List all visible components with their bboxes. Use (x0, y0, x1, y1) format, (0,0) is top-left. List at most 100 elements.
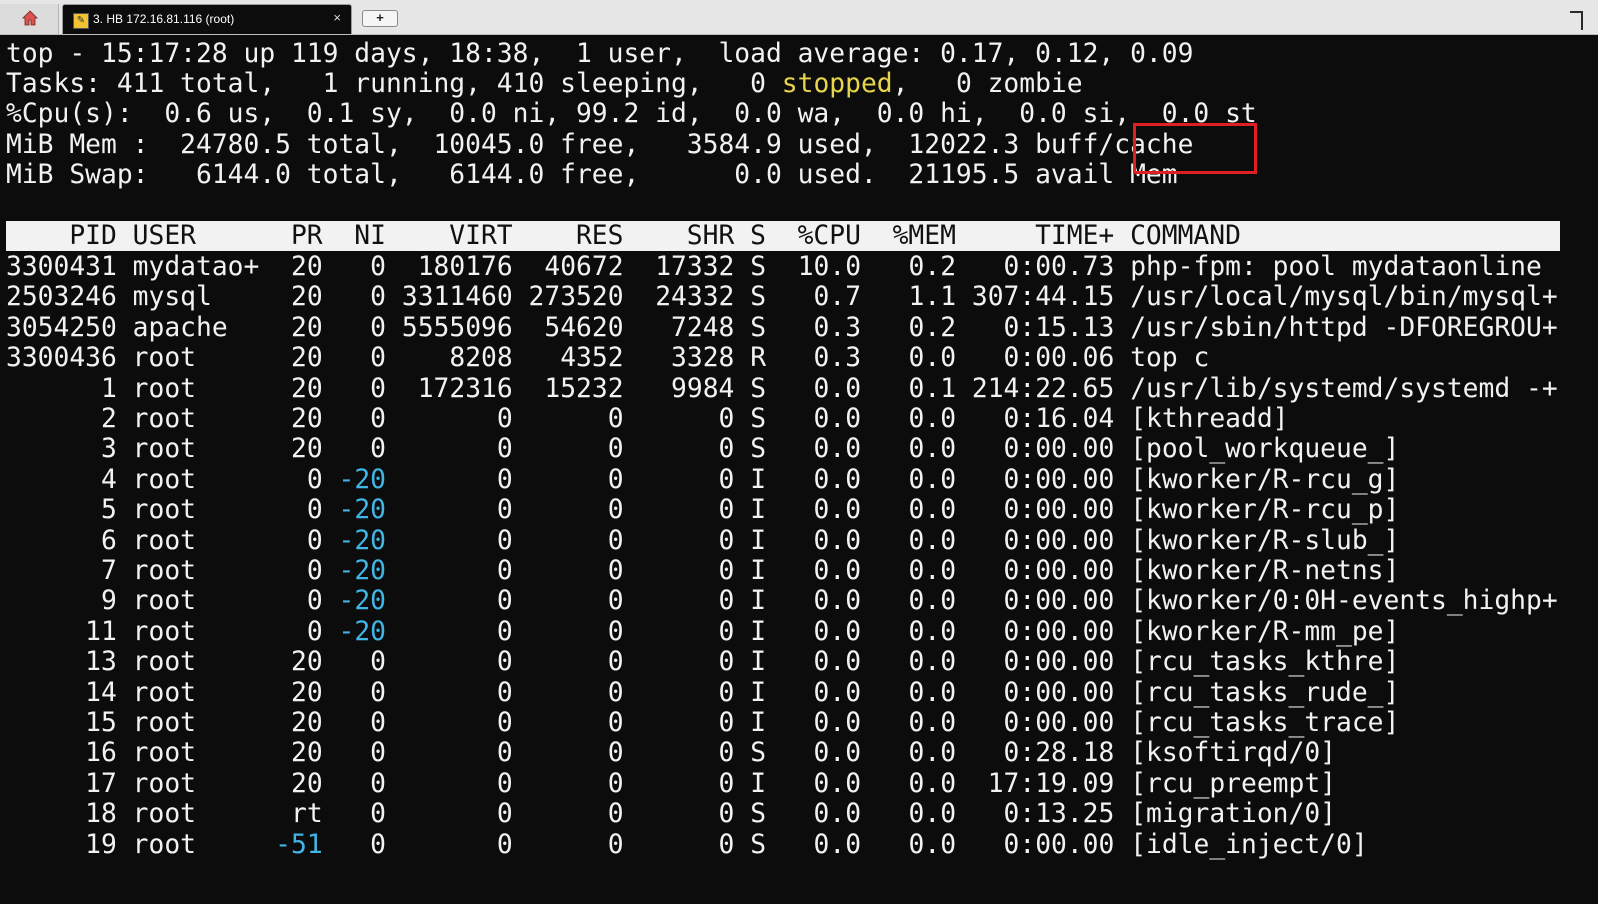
cell-user: root (132, 343, 276, 374)
cell-pid: 2503246 (6, 282, 133, 313)
cell-res: 0 (528, 647, 640, 678)
cell-virt: 0 (401, 434, 529, 465)
cell-s: S (750, 738, 782, 769)
cell-pid: 14 (6, 677, 133, 708)
terminal-area[interactable]: top - 15:17:28 up 119 days, 18:38, 1 use… (0, 37, 1598, 904)
cell-res: 0 (528, 829, 640, 860)
cell-time: 0:00.00 (971, 495, 1131, 526)
close-tab-icon[interactable]: × (333, 10, 341, 25)
cell-user: root (132, 616, 276, 647)
cell-s: I (750, 647, 782, 678)
cell-s: I (750, 768, 782, 799)
cell-pr: 20 (275, 343, 339, 374)
cell-ni: -20 (338, 464, 402, 495)
cell-cpu: 0.3 (781, 312, 877, 343)
cell-mem: 0.0 (876, 434, 972, 465)
cell-time: 17:19.09 (971, 768, 1131, 799)
cell-virt: 0 (401, 829, 529, 860)
tasks-text-end: , 0 zombie (892, 69, 1083, 99)
cell-virt: 0 (401, 556, 529, 586)
cell-res: 0 (528, 708, 640, 738)
cell-ni: 0 (338, 738, 402, 769)
cell-ni: -20 (338, 616, 402, 647)
cell-cpu: 0.0 (781, 495, 877, 526)
cell-pr: 0 (275, 616, 339, 647)
cell-mem: 0.0 (876, 708, 972, 738)
cell-time: 0:13.25 (971, 799, 1131, 830)
cell-cpu: 0.0 (781, 434, 877, 465)
home-tab[interactable] (0, 4, 59, 34)
cell-shr: 0 (639, 556, 751, 586)
cell-res: 0 (528, 738, 640, 769)
cell-ni: -20 (338, 556, 402, 586)
cell-user: root (132, 768, 276, 799)
cell-mem: 0.2 (876, 252, 972, 282)
cell-s: S (750, 373, 782, 404)
cell-cpu: 10.0 (781, 252, 877, 282)
cell-time: 0:15.13 (971, 312, 1131, 343)
cell-res: 54620 (528, 312, 640, 343)
cell-cmd: [ksoftirqd/0] (1130, 738, 1337, 769)
process-table-header: PID USER PR NI VIRT RES SHR S %CPU %MEM … (6, 221, 1560, 251)
cell-res: 0 (528, 404, 640, 434)
cell-user: apache (132, 312, 276, 343)
cell-res: 0 (528, 434, 640, 465)
steal-time-highlight (1133, 123, 1257, 174)
cell-mem: 0.0 (876, 829, 972, 860)
cell-virt: 0 (401, 738, 529, 769)
cell-virt: 0 (401, 616, 529, 647)
cell-pid: 19 (6, 829, 133, 860)
cell-shr: 3328 (639, 343, 751, 374)
tab-menu-icon[interactable] (1568, 4, 1584, 32)
process-row: 2503246 mysql 20 0 3311460 273520 24332 … (6, 282, 1558, 312)
cell-pid: 11 (6, 616, 133, 647)
cell-res: 0 (528, 616, 640, 647)
cell-time: 0:00.73 (971, 252, 1131, 282)
session-tab[interactable]: ✎ 3. HB 172.16.81.116 (root) × (62, 4, 352, 34)
cell-s: S (750, 799, 782, 830)
cell-ni: 0 (338, 647, 402, 678)
cell-pid: 13 (6, 647, 133, 678)
cell-user: root (132, 586, 276, 617)
cell-virt: 0 (401, 677, 529, 708)
terminal-session-icon: ✎ (73, 13, 89, 29)
cpu-line: %Cpu(s): 0.6 us, 0.1 sy, 0.0 ni, 99.2 id… (6, 99, 1257, 129)
cell-cmd: php-fpm: pool mydataonline (1130, 252, 1542, 282)
cell-s: S (750, 434, 782, 465)
cell-res: 0 (528, 464, 640, 495)
cell-pid: 3 (6, 434, 133, 465)
cell-cpu: 0.0 (781, 647, 877, 678)
cell-s: I (750, 464, 782, 495)
cell-s: I (750, 708, 782, 738)
cell-user: root (132, 556, 276, 586)
cell-cmd: [migration/0] (1130, 799, 1337, 830)
cell-res: 0 (528, 556, 640, 586)
cell-ni: 0 (338, 404, 402, 434)
cell-pid: 4 (6, 464, 133, 495)
cell-virt: 0 (401, 495, 529, 526)
cell-pr: 20 (275, 647, 339, 678)
process-row: 2 root 20 0 0 0 0 S 0.0 0.0 0:16.04 [kth… (6, 404, 1289, 434)
cell-user: root (132, 708, 276, 738)
tab-bar: ✎ 3. HB 172.16.81.116 (root) × + (0, 0, 1598, 35)
cell-virt: 0 (401, 586, 529, 617)
cell-cmd: [kthreadd] (1130, 404, 1289, 434)
cell-ni: 0 (338, 829, 402, 860)
cell-user: mydatao+ (132, 252, 276, 282)
process-row: 3 root 20 0 0 0 0 S 0.0 0.0 0:00.00 [poo… (6, 434, 1399, 464)
cell-s: S (750, 282, 782, 313)
cell-pr: 0 (275, 464, 339, 495)
cell-pr: 20 (275, 373, 339, 404)
cell-pr: 20 (275, 768, 339, 799)
cell-shr: 0 (639, 586, 751, 617)
cell-cmd: [kworker/R-mm_pe] (1130, 616, 1400, 647)
cell-shr: 0 (639, 495, 751, 526)
new-tab-button[interactable]: + (362, 10, 398, 27)
cell-user: mysql (132, 282, 276, 313)
cell-res: 0 (528, 677, 640, 708)
cell-pid: 3300431 (6, 252, 133, 282)
cell-s: I (750, 586, 782, 617)
cell-ni: -20 (338, 525, 402, 556)
cell-cpu: 0.0 (781, 616, 877, 647)
cell-shr: 24332 (639, 282, 751, 313)
